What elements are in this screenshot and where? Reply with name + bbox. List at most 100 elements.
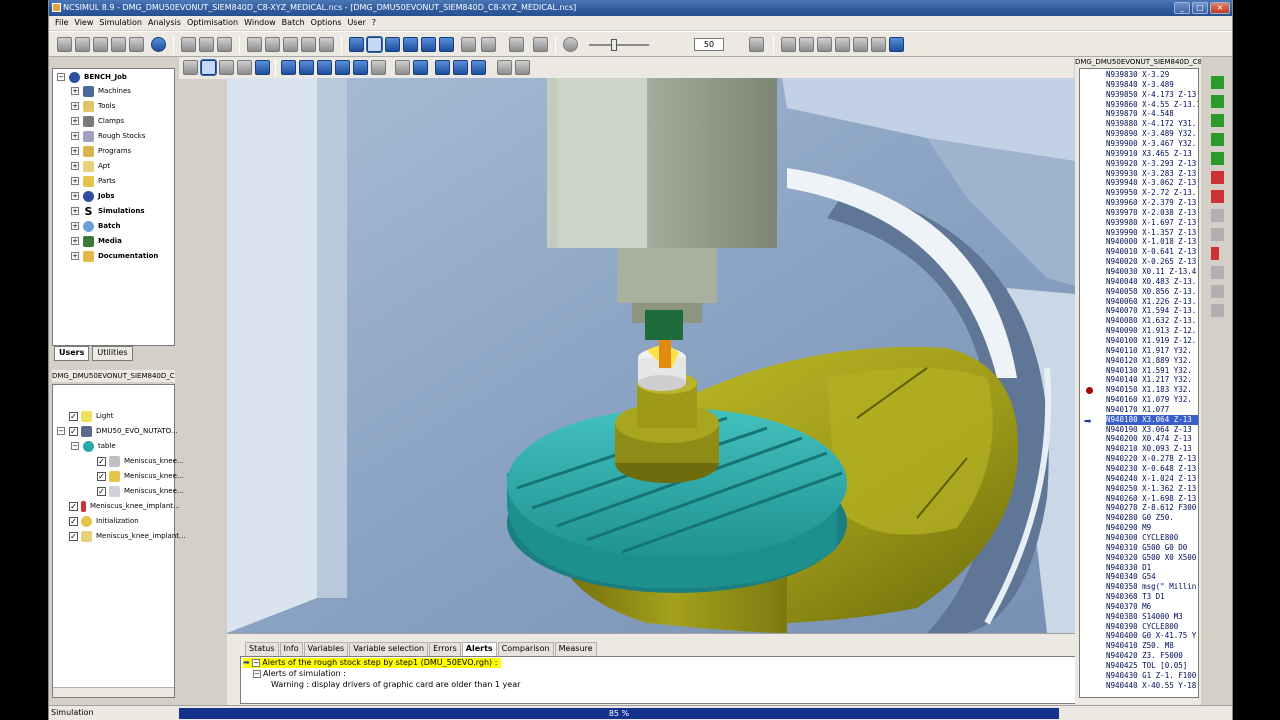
gcode-line[interactable]: N940130 X1.591 Y32.	[1106, 366, 1198, 376]
tab-alerts[interactable]: Alerts	[461, 642, 497, 656]
open-icon[interactable]	[75, 37, 90, 52]
gcode-line[interactable]: N940300 CYCLE800	[1106, 533, 1198, 543]
gcode-line[interactable]: N940220 X-0.278 Z-13	[1106, 454, 1198, 464]
panel-icon[interactable]	[217, 37, 232, 52]
tree2-part-2[interactable]: ✓ Meniscus_knee...	[97, 469, 184, 483]
gcode-line[interactable]: N940170 X1.077	[1106, 405, 1198, 415]
tree-item-rough-stocks[interactable]: + Rough Stocks	[71, 129, 145, 143]
gcode-line[interactable]: N939870 X-4.548	[1106, 109, 1198, 119]
doc-b-icon[interactable]	[1211, 228, 1224, 241]
tab-utilities[interactable]: Utilities	[92, 346, 133, 361]
gcode-line[interactable]: N940150 X1.183 Y32.	[1106, 385, 1198, 395]
print-icon[interactable]	[111, 37, 126, 52]
gcode-line[interactable]: N939920 X-3.293 Z-13.	[1106, 159, 1198, 169]
camera-icon[interactable]	[255, 60, 270, 75]
play-icon[interactable]	[366, 36, 383, 53]
gcode-line[interactable]: N940200 X0.474 Z-13	[1106, 434, 1198, 444]
tool-icon[interactable]	[265, 37, 280, 52]
tab-errors[interactable]: Errors	[429, 642, 461, 656]
doc4-icon[interactable]	[835, 37, 850, 52]
axes-icon[interactable]	[219, 60, 234, 75]
menu-window[interactable]: Window	[241, 16, 279, 30]
gcode-line[interactable]: N940240 X-1.024 Z-13	[1106, 474, 1198, 484]
zoom-window-icon[interactable]	[395, 60, 410, 75]
tree2-initialization[interactable]: ✓ Initialization	[69, 514, 139, 528]
tree-item-media[interactable]: + Media	[71, 234, 122, 248]
gcode-line[interactable]: N940080 X1.632 Z-13.	[1106, 316, 1198, 326]
step-icon[interactable]	[385, 37, 400, 52]
maximize-icon[interactable]: □	[1192, 2, 1208, 14]
tree2-part-3[interactable]: ✓ Meniscus_knee...	[97, 484, 184, 498]
gcode-listing[interactable]: N939830 X-3.29 N939840 X-3.489 N939850 X-4…	[1079, 68, 1199, 698]
stop-red-icon[interactable]	[749, 37, 764, 52]
gcode-line[interactable]: N939850 X-4.173 Z-13	[1106, 90, 1198, 100]
rewind-icon[interactable]	[349, 37, 364, 52]
gcode-line[interactable]: N939950 X-2.72 Z-13.	[1106, 188, 1198, 198]
updown-icon[interactable]	[1211, 114, 1224, 127]
gcode-line[interactable]: N939860 X-4.55 Z-13.1	[1106, 100, 1198, 110]
edit-icon[interactable]	[247, 37, 262, 52]
first-line-icon[interactable]	[1211, 76, 1224, 89]
view-section-icon[interactable]	[371, 60, 386, 75]
view-front-icon[interactable]	[299, 60, 314, 75]
path-icon[interactable]	[283, 37, 298, 52]
help-icon[interactable]	[151, 37, 166, 52]
gcode-line[interactable]: N939940 X-3.062 Z-13.	[1106, 178, 1198, 188]
gcode-line[interactable]: N940440 X-40.55 Y-18	[1106, 681, 1198, 691]
gcode-line[interactable]: N939840 X-3.489	[1106, 80, 1198, 90]
gcode-line[interactable]: N940370 M6	[1106, 602, 1198, 612]
gcode-line[interactable]: N940430 G1 Z-1. F100	[1106, 671, 1198, 681]
save-icon[interactable]	[93, 37, 108, 52]
tree-item-jobs[interactable]: + Jobs	[71, 189, 115, 203]
speed-icon[interactable]	[563, 37, 578, 52]
gcode-line[interactable]: N939910 X3.465 Z-13	[1106, 149, 1198, 159]
select-view-icon[interactable]	[200, 59, 217, 76]
properties-icon[interactable]	[129, 37, 144, 52]
menu-options[interactable]: Options	[308, 16, 345, 30]
gcode-line[interactable]: N939880 X-4.172 Y31.	[1106, 119, 1198, 129]
gcode-line[interactable]: N940210 X0.093 Z-13	[1106, 444, 1198, 454]
gcode-line[interactable]: N940340 G54	[1106, 572, 1198, 582]
gcode-line[interactable]: N940110 X1.917 Y32.	[1106, 346, 1198, 356]
gcode-line[interactable]: N940380 S14000 M3	[1106, 612, 1198, 622]
menu-analysis[interactable]: Analysis	[145, 16, 184, 30]
zoom-icon[interactable]	[413, 60, 428, 75]
menu-simulation[interactable]: Simulation	[96, 16, 145, 30]
compare-icon[interactable]	[509, 37, 524, 52]
gcode-line[interactable]: N940060 X1.226 Z-13.	[1106, 297, 1198, 307]
3d-viewport[interactable]	[227, 78, 1119, 633]
render-icon[interactable]	[453, 60, 468, 75]
minimize-icon[interactable]: _	[1174, 2, 1190, 14]
view-back-icon[interactable]	[353, 60, 368, 75]
view-top-icon[interactable]	[317, 60, 332, 75]
rotate-icon[interactable]	[183, 60, 198, 75]
flag-icon[interactable]	[1211, 190, 1224, 203]
gcode-line[interactable]: N940160 X1.079 Y32.	[1106, 395, 1198, 405]
cutter-icon[interactable]	[533, 37, 548, 52]
gcode-line[interactable]: N939830 X-3.29	[1106, 70, 1198, 80]
menu-help[interactable]: ?	[369, 16, 379, 30]
gcode-line[interactable]: N940310 G500 G0 D0	[1106, 543, 1198, 553]
view-iso-icon[interactable]	[281, 60, 296, 75]
tree2-table[interactable]: − table	[71, 439, 116, 453]
view-side-icon[interactable]	[335, 60, 350, 75]
layout-icon[interactable]	[199, 37, 214, 52]
tree-item-clamps[interactable]: + Clamps	[71, 114, 124, 128]
menu-view[interactable]: View	[71, 16, 96, 30]
gcode-line[interactable]: N940230 X-0.648 Z-13	[1106, 464, 1198, 474]
tree2-machine[interactable]: − ✓ DMU50_EVO_NUTATO...	[57, 424, 178, 438]
tab-status[interactable]: Status	[245, 642, 279, 656]
doc5-icon[interactable]	[853, 37, 868, 52]
shade-icon[interactable]	[471, 60, 486, 75]
tree-item-simulations[interactable]: + S Simulations	[71, 204, 145, 218]
window-icon[interactable]	[181, 37, 196, 52]
gcode-line[interactable]: N940390 CYCLE800	[1106, 622, 1198, 632]
gcode-line[interactable]: N940425 TOL [0.05]	[1106, 661, 1198, 671]
tree-item-programs[interactable]: + Programs	[71, 144, 131, 158]
speed-slider[interactable]	[589, 39, 649, 51]
gcode-line[interactable]: N940400 G0 X-41.75 Y	[1106, 631, 1198, 641]
stop-flag-icon[interactable]	[1211, 171, 1224, 184]
menu-file[interactable]: File	[52, 16, 71, 30]
gcode-line[interactable]: N940050 X0.856 Z-13.	[1106, 287, 1198, 297]
grid-icon[interactable]	[435, 60, 450, 75]
